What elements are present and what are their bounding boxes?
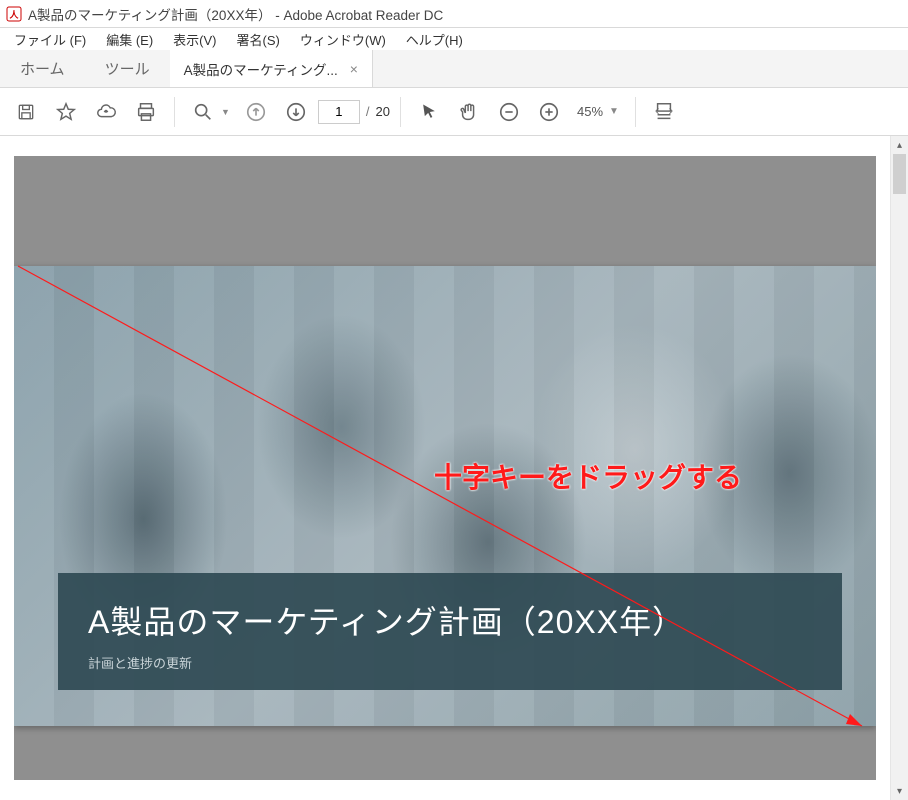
- page-total: 20: [376, 104, 390, 119]
- document-background: A製品のマーケティング計画（20XX年） 計画と進捗の更新 十字キーをドラッグす…: [14, 156, 876, 780]
- drag-annotation-text: 十字キーをドラッグする: [434, 456, 742, 496]
- tab-tools[interactable]: ツール: [85, 50, 170, 87]
- window-titlebar: 人 A製品のマーケティング計画（20XX年） - Adobe Acrobat R…: [0, 0, 908, 28]
- menu-window[interactable]: ウィンドウ(W): [290, 30, 396, 49]
- svg-text:人: 人: [8, 9, 19, 20]
- star-icon[interactable]: [48, 94, 84, 130]
- toolbar-separator: [174, 97, 175, 127]
- scroll-thumb[interactable]: [893, 154, 906, 194]
- select-tool-icon[interactable]: [411, 94, 447, 130]
- page-indicator: / 20: [318, 100, 390, 124]
- menubar: ファイル (F) 編集 (E) 表示(V) 署名(S) ウィンドウ(W) ヘルプ…: [0, 28, 908, 50]
- toolbar-separator: [635, 97, 636, 127]
- tab-close-icon[interactable]: ×: [350, 61, 358, 77]
- print-icon[interactable]: [128, 94, 164, 130]
- tab-document[interactable]: A製品のマーケティング... ×: [170, 50, 373, 87]
- tabbar: ホーム ツール A製品のマーケティング... ×: [0, 50, 908, 88]
- toolbar-separator: [400, 97, 401, 127]
- window-title: A製品のマーケティング計画（20XX年） - Adobe Acrobat Rea…: [28, 4, 443, 24]
- workspace: ◀ ▶ A製品のマーケティング計画（20XX年） 計画と進捗の更新 十字キーをド…: [0, 136, 908, 800]
- zoom-level-dropdown[interactable]: 45% ▼: [571, 104, 625, 119]
- zoom-find-icon[interactable]: [185, 94, 221, 130]
- zoom-find-chevron-icon[interactable]: ▼: [221, 107, 230, 117]
- scroll-track[interactable]: [891, 154, 908, 782]
- hand-tool-icon[interactable]: [451, 94, 487, 130]
- pdf-app-icon: 人: [6, 6, 22, 22]
- menu-view[interactable]: 表示(V): [163, 30, 226, 49]
- chevron-down-icon: ▼: [609, 106, 619, 117]
- page-down-icon[interactable]: [278, 94, 314, 130]
- scroll-up-icon[interactable]: ▴: [891, 136, 908, 154]
- tab-document-label: A製品のマーケティング...: [184, 59, 338, 79]
- zoom-level-value: 45%: [577, 104, 603, 119]
- document-canvas[interactable]: A製品のマーケティング計画（20XX年） 計画と進捗の更新 十字キーをドラッグす…: [0, 136, 890, 800]
- zoom-in-icon[interactable]: [531, 94, 567, 130]
- zoom-out-icon[interactable]: [491, 94, 527, 130]
- fit-width-icon[interactable]: [646, 94, 682, 130]
- vertical-scrollbar[interactable]: ▴ ▾: [890, 136, 908, 800]
- toolbar: ▼ / 20 45% ▼: [0, 88, 908, 136]
- menu-help[interactable]: ヘルプ(H): [396, 30, 473, 49]
- page-up-icon[interactable]: [238, 94, 274, 130]
- page-current-input[interactable]: [318, 100, 360, 124]
- scroll-down-icon[interactable]: ▾: [891, 782, 908, 800]
- page-separator: /: [366, 104, 370, 119]
- cloud-upload-icon[interactable]: [88, 94, 124, 130]
- menu-file[interactable]: ファイル (F): [4, 30, 96, 49]
- menu-edit[interactable]: 編集 (E): [96, 30, 163, 49]
- save-icon[interactable]: [8, 94, 44, 130]
- menu-sign[interactable]: 署名(S): [227, 30, 290, 49]
- tab-home[interactable]: ホーム: [0, 50, 85, 87]
